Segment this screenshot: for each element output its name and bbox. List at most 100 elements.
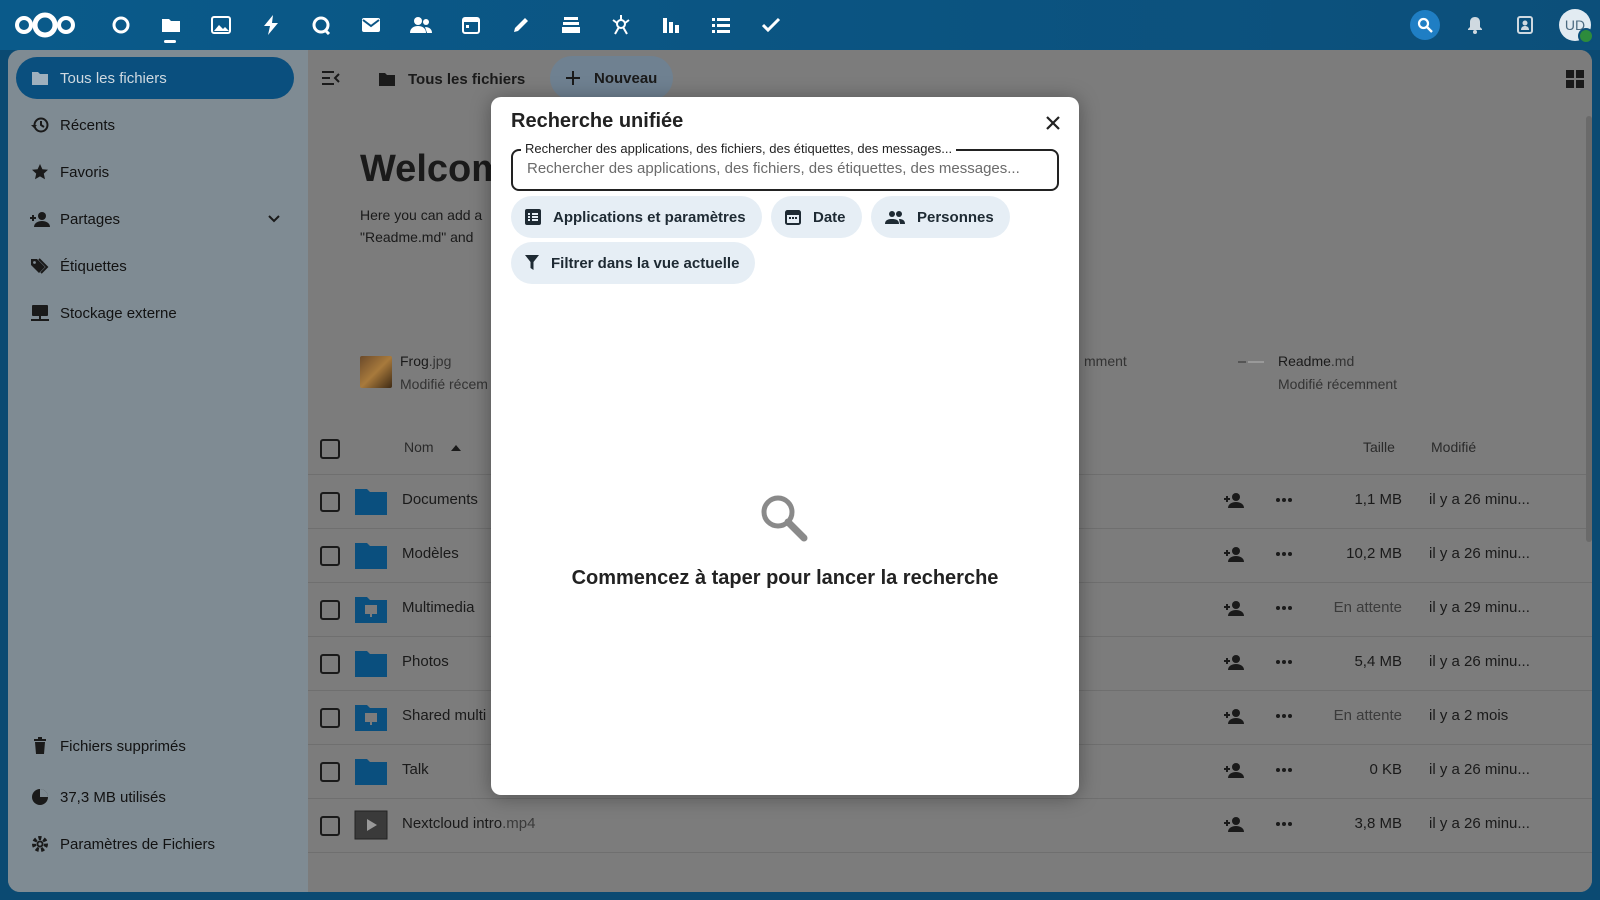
filter-date-button[interactable]: Date: [771, 196, 862, 238]
sidebar-item-label: Récents: [60, 116, 116, 134]
share-icon[interactable]: [1224, 492, 1244, 508]
file-name[interactable]: Documents: [402, 491, 478, 508]
share-user-icon: [20, 211, 60, 227]
recent-file-ext: .jpg: [428, 353, 452, 369]
sidebar-item-settings[interactable]: Paramètres de Fichiers: [16, 823, 294, 865]
column-name-header[interactable]: Nom: [404, 439, 462, 455]
sidebar: Tous les fichiers Récents Favoris Partag…: [8, 50, 308, 892]
analytics-icon[interactable]: [646, 0, 696, 50]
files-icon[interactable]: [146, 0, 196, 50]
file-name[interactable]: Multimedia: [402, 599, 475, 616]
share-icon[interactable]: [1224, 816, 1244, 832]
select-all-checkbox[interactable]: [320, 439, 340, 459]
folder-icon: [354, 648, 388, 678]
breadcrumb[interactable]: Tous les fichiers: [378, 58, 525, 100]
search-icon: [1410, 10, 1440, 40]
notifications-bell-icon[interactable]: [1450, 0, 1500, 50]
file-ext: .mp4: [502, 815, 536, 832]
user-menu[interactable]: UD: [1550, 0, 1600, 50]
share-icon[interactable]: [1224, 708, 1244, 724]
recent-file-modified: Modifié récem: [400, 376, 488, 392]
deck-icon[interactable]: [546, 0, 596, 50]
dialog-title: Recherche unifiée: [511, 110, 684, 132]
file-name[interactable]: Photos: [402, 653, 449, 670]
file-size: 10,2 MB: [1346, 545, 1402, 562]
file-name-base: Modèles: [402, 545, 459, 562]
table-row[interactable]: Nextcloud intro.mp4 3,8 MB il y a 26 minu.…: [308, 798, 1592, 853]
recent-file-name: Frog: [400, 353, 429, 369]
checklist-icon[interactable]: [746, 0, 796, 50]
calendar-icon[interactable]: [446, 0, 496, 50]
activity-icon[interactable]: [246, 0, 296, 50]
more-actions-icon[interactable]: [1276, 552, 1292, 556]
recent-file-frog[interactable]: Frog.jpg Modifié récem: [400, 350, 488, 396]
contacts-icon[interactable]: [396, 0, 446, 50]
sidebar-item-shares[interactable]: Partages: [16, 198, 294, 240]
recent-file-name: Readme: [1278, 353, 1331, 369]
file-name[interactable]: Modèles: [402, 545, 459, 562]
pie-chart-icon: [20, 788, 60, 806]
sidebar-item-external-storage[interactable]: Stockage externe: [16, 292, 294, 334]
file-name[interactable]: Talk: [402, 761, 429, 778]
column-label: Nom: [404, 439, 434, 455]
file-size: 1,1 MB: [1354, 491, 1402, 508]
file-modified: il y a 26 minu...: [1429, 761, 1530, 778]
notes-icon[interactable]: [496, 0, 546, 50]
online-status-icon: [1578, 28, 1594, 44]
welcome-text-line: "Readme.md" and: [360, 229, 474, 245]
share-icon[interactable]: [1224, 600, 1244, 616]
filter-people-button[interactable]: Personnes: [871, 196, 1010, 238]
tasks-icon[interactable]: [696, 0, 746, 50]
filter-apps-settings-button[interactable]: Applications et paramètres: [511, 196, 762, 238]
sidebar-item-recent[interactable]: Récents: [16, 104, 294, 146]
more-actions-icon[interactable]: [1276, 660, 1292, 664]
chip-label: Personnes: [917, 208, 994, 226]
unified-search-button[interactable]: [1400, 0, 1450, 50]
file-name[interactable]: Shared multi: [402, 707, 486, 724]
recent-file-readme[interactable]: Readme.md Modifié récemment: [1278, 350, 1397, 396]
mail-icon[interactable]: [346, 0, 396, 50]
frog-thumbnail[interactable]: [360, 356, 392, 388]
close-icon[interactable]: [1041, 111, 1065, 135]
column-size-header[interactable]: Taille: [1363, 439, 1395, 455]
row-checkbox[interactable]: [320, 600, 340, 620]
maps-icon[interactable]: [596, 0, 646, 50]
contacts-menu-icon[interactable]: [1500, 0, 1550, 50]
more-actions-icon[interactable]: [1276, 606, 1292, 610]
column-modified-header[interactable]: Modifié: [1431, 439, 1476, 455]
sidebar-item-trash[interactable]: Fichiers supprimés: [16, 725, 294, 767]
dashboard-icon[interactable]: [96, 0, 146, 50]
sidebar-item-favorites[interactable]: Favoris: [16, 151, 294, 193]
more-actions-icon[interactable]: [1276, 768, 1292, 772]
share-icon[interactable]: [1224, 546, 1244, 562]
chevron-down-icon[interactable]: [268, 215, 280, 223]
talk-icon[interactable]: [296, 0, 346, 50]
welcome-text: Here you can add a "Readme.md" and: [360, 204, 500, 248]
file-modified: il y a 29 minu...: [1429, 599, 1530, 616]
photos-icon[interactable]: [196, 0, 246, 50]
recent-file-hidden[interactable]: mment: [1084, 350, 1127, 373]
more-actions-icon[interactable]: [1276, 714, 1292, 718]
toggle-sidebar-icon[interactable]: [322, 71, 340, 85]
more-actions-icon[interactable]: [1276, 822, 1292, 826]
row-checkbox[interactable]: [320, 492, 340, 512]
file-name[interactable]: Nextcloud intro.mp4: [402, 815, 535, 832]
row-checkbox[interactable]: [320, 816, 340, 836]
share-icon[interactable]: [1224, 654, 1244, 670]
grid-view-icon[interactable]: [1566, 70, 1584, 88]
new-button[interactable]: Nouveau: [550, 56, 674, 100]
share-icon[interactable]: [1224, 762, 1244, 778]
row-checkbox[interactable]: [320, 762, 340, 782]
sidebar-item-tags[interactable]: Étiquettes: [16, 245, 294, 287]
row-checkbox[interactable]: [320, 708, 340, 728]
magnify-icon: [759, 493, 809, 543]
sidebar-item-all-files[interactable]: Tous les fichiers: [16, 57, 294, 99]
search-input[interactable]: [525, 159, 1049, 178]
more-actions-icon[interactable]: [1276, 498, 1292, 502]
row-checkbox[interactable]: [320, 654, 340, 674]
row-checkbox[interactable]: [320, 546, 340, 566]
scrollbar[interactable]: [1586, 116, 1592, 542]
filter-current-view-button[interactable]: Filtrer dans la vue actuelle: [511, 242, 756, 284]
nextcloud-logo-icon[interactable]: [14, 11, 76, 39]
tags-icon: [20, 257, 60, 275]
